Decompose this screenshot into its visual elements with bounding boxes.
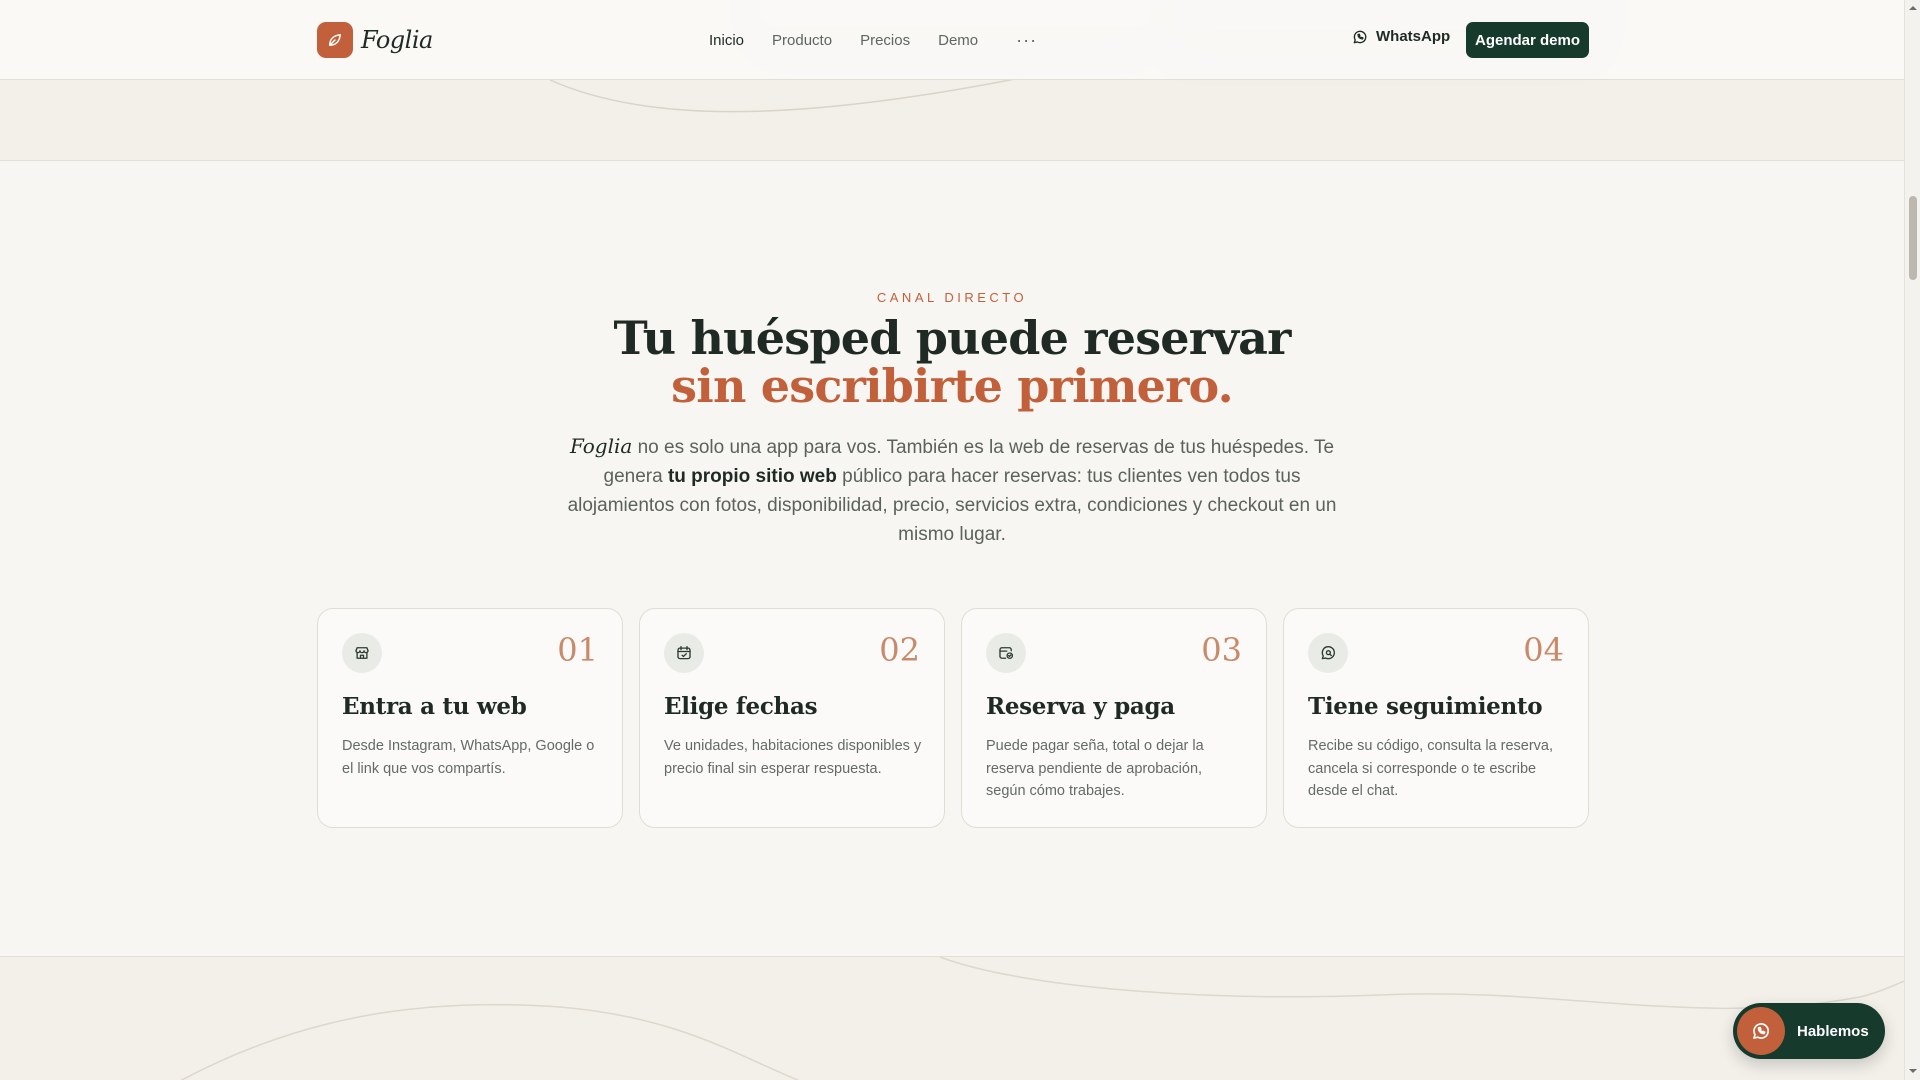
main-nav: Inicio Producto Precios Demo ··· (709, 0, 1037, 80)
whatsapp-label: WhatsApp (1376, 28, 1451, 45)
step-description: Desde Instagram, WhatsApp, Google o el l… (342, 738, 595, 777)
headline-line-2: sin escribirte primero. (671, 359, 1233, 413)
step-card-1: 01 Entra a tu web Desde Instagram, Whats… (317, 608, 623, 828)
brand-name: Foglia (361, 26, 433, 54)
nav-item-precios[interactable]: Precios (860, 32, 910, 49)
decorative-curves (180, 957, 1904, 1080)
step-title: Tiene seguimiento (1308, 693, 1543, 720)
page-scrollbar[interactable] (1904, 0, 1920, 1080)
nav-item-inicio[interactable]: Inicio (709, 32, 744, 49)
step-title: Reserva y paga (986, 693, 1175, 720)
step-card-3: 03 Reserva y paga Puede pagar seña, tota… (961, 608, 1267, 828)
step-description: Puede pagar seña, total o dejar la reser… (986, 738, 1204, 799)
next-section-band (0, 956, 1904, 1080)
direct-channel-section: CANAL DIRECTO Tu huésped puede reservar … (0, 162, 1904, 956)
nav-item-demo[interactable]: Demo (938, 32, 978, 49)
steps-grid: 01 Entra a tu web Desde Instagram, Whats… (317, 608, 1589, 828)
step-number: 01 (557, 631, 598, 669)
step-description: Ve unidades, habitaciones disponibles y … (664, 738, 922, 777)
chat-fab-label: Hablemos (1797, 1022, 1869, 1040)
step-title: Elige fechas (664, 693, 818, 720)
site-header: Foglia Inicio Producto Precios Demo ··· … (0, 0, 1904, 80)
lede-bold: tu propio sitio web (667, 466, 837, 487)
whatsapp-link[interactable]: WhatsApp (1352, 28, 1450, 45)
section-eyebrow: CANAL DIRECTO (876, 290, 1028, 305)
section-headline: Tu huésped puede reservar sin escribirte… (0, 314, 1904, 410)
calendar-icon (664, 633, 704, 673)
leaf-icon (317, 22, 353, 58)
scroll-down-arrow-icon[interactable] (1908, 1066, 1918, 1076)
chat-search-icon (1308, 633, 1348, 673)
more-menu-icon[interactable]: ··· (1016, 30, 1037, 51)
step-number: 03 (1201, 631, 1242, 669)
lede-brand: Foglia (569, 434, 633, 458)
section-lede: Foglia no es solo una app para vos. Tamb… (560, 432, 1344, 549)
headline-line-1: Tu huésped puede reservar (613, 311, 1291, 365)
scroll-up-arrow-icon[interactable] (1908, 3, 1918, 13)
wallet-check-icon (986, 633, 1026, 673)
storefront-icon (342, 633, 382, 673)
brand-logo[interactable]: Foglia (317, 22, 433, 58)
nav-item-producto[interactable]: Producto (772, 32, 832, 49)
step-title: Entra a tu web (342, 693, 527, 720)
step-card-4: 04 Tiene seguimiento Recibe su código, c… (1283, 608, 1589, 828)
page: Foglia Inicio Producto Precios Demo ··· … (0, 0, 1904, 1080)
step-number: 04 (1523, 631, 1564, 669)
schedule-demo-button[interactable]: Agendar demo (1466, 22, 1589, 58)
step-number: 02 (879, 631, 920, 669)
step-card-2: 02 Elige fechas Ve unidades, habitacione… (639, 608, 945, 828)
whatsapp-icon (1737, 1007, 1785, 1055)
whatsapp-icon (1353, 30, 1367, 43)
chat-fab-button[interactable]: Hablemos (1733, 1003, 1885, 1059)
step-description: Recibe su código, consulta la reserva, c… (1308, 738, 1554, 799)
scrollbar-thumb[interactable] (1909, 196, 1917, 280)
